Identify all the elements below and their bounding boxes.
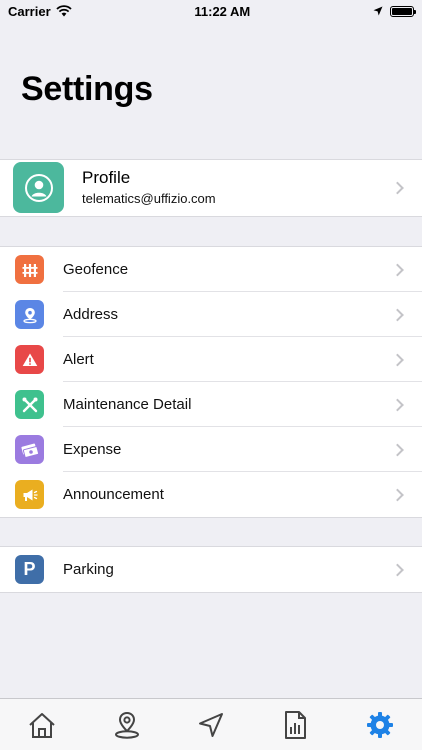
home-icon: [29, 712, 55, 738]
parking-icon: P: [15, 555, 44, 584]
wifi-icon: [56, 5, 72, 17]
navigation-arrow-icon: [198, 712, 223, 737]
tab-bar: [0, 698, 422, 750]
fence-icon: [15, 255, 44, 284]
avatar: [13, 162, 64, 213]
profile-name: Profile: [82, 168, 131, 187]
menu-item-address[interactable]: Address: [0, 292, 422, 337]
megaphone-icon: [15, 480, 44, 509]
chevron-right-icon: [391, 308, 404, 321]
profile-group: Profile telematics@uffizio.com: [0, 159, 422, 217]
menu-item-label: Geofence: [63, 261, 129, 278]
warning-icon: [15, 345, 44, 374]
menu-item-alert[interactable]: Alert: [0, 337, 422, 382]
chevron-right-icon: [391, 181, 404, 195]
menu-item-label: Alert: [63, 351, 94, 368]
location-tab[interactable]: [102, 705, 152, 745]
chevron-right-icon: [391, 443, 404, 456]
navigation-tab[interactable]: [186, 705, 236, 745]
gear-icon: [366, 711, 393, 738]
menu-item-label: Address: [63, 306, 119, 323]
menu-item-maintenance-detail[interactable]: Maintenance Detail: [0, 382, 422, 427]
map-pin-icon: [15, 300, 44, 329]
location-arrow-icon: [373, 6, 383, 16]
tools-icon: [15, 390, 44, 419]
report-document-icon: [285, 710, 307, 739]
menu-item-expense[interactable]: Expense: [0, 427, 422, 472]
chevron-right-icon: [391, 263, 404, 276]
menu-item-label: Announcement: [63, 486, 164, 503]
profile-email: telematics@uffizio.com: [82, 191, 216, 206]
location-pin-icon: [114, 711, 139, 739]
menu-item-label: Expense: [63, 441, 122, 458]
status-bar: Carrier 11:22 AM: [0, 0, 422, 22]
menu-item-geofence[interactable]: Geofence: [0, 247, 422, 292]
parking-group: P Parking: [0, 546, 422, 593]
status-time: 11:22 AM: [194, 3, 251, 19]
menu-item-parking[interactable]: P Parking: [0, 547, 422, 592]
battery-icon: [390, 5, 416, 17]
profile-row[interactable]: Profile telematics@uffizio.com: [0, 160, 422, 216]
menu-item-announcement[interactable]: Announcement: [0, 472, 422, 517]
menu-item-label: Parking: [63, 561, 114, 578]
chevron-right-icon: [391, 353, 404, 366]
user-icon: [24, 173, 53, 202]
menu-item-label: Maintenance Detail: [63, 396, 192, 413]
chevron-right-icon: [391, 488, 404, 501]
settings-tab[interactable]: [355, 705, 405, 745]
menu-group: Geofence Address Alert Maintenance Detai…: [0, 246, 422, 518]
chevron-right-icon: [391, 398, 404, 411]
chevron-right-icon: [391, 563, 404, 576]
money-icon: [15, 435, 44, 464]
home-tab[interactable]: [17, 705, 67, 745]
page-title: Settings: [21, 70, 153, 108]
carrier-label: Carrier: [8, 3, 51, 19]
reports-tab[interactable]: [270, 705, 320, 745]
parking-icon-letter: P: [23, 559, 36, 579]
